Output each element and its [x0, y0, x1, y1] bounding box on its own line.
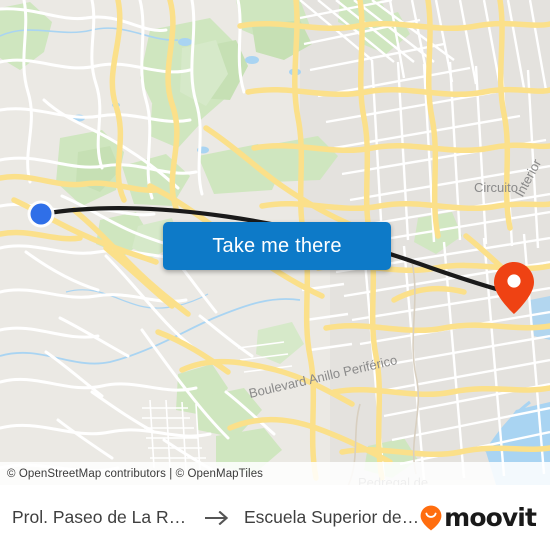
arrow-right-icon	[205, 510, 233, 525]
moovit-trip-map-screen: Circuito Interior Boulevard Anillo Perif…	[0, 0, 550, 550]
moovit-logo[interactable]: moovit	[420, 503, 540, 532]
take-me-there-label: Take me there	[212, 234, 342, 257]
moovit-pin-icon	[420, 505, 442, 531]
attribution-text: © OpenStreetMap contributors | © OpenMap…	[7, 467, 264, 480]
destination-station-label[interactable]: Escuela Superior de Inge...	[244, 507, 420, 528]
map-attribution-bar: © OpenStreetMap contributors | © OpenMap…	[0, 462, 550, 485]
trip-endpoints-bar: Prol. Paseo de La Ref... Escuela Superio…	[0, 485, 550, 550]
origin-station-label[interactable]: Prol. Paseo de La Ref...	[12, 507, 194, 528]
origin-marker[interactable]	[27, 200, 55, 228]
moovit-wordmark: moovit	[444, 503, 537, 532]
take-me-there-button[interactable]: Take me there	[163, 222, 391, 270]
map-canvas[interactable]: Circuito Interior Boulevard Anillo Perif…	[0, 0, 550, 485]
